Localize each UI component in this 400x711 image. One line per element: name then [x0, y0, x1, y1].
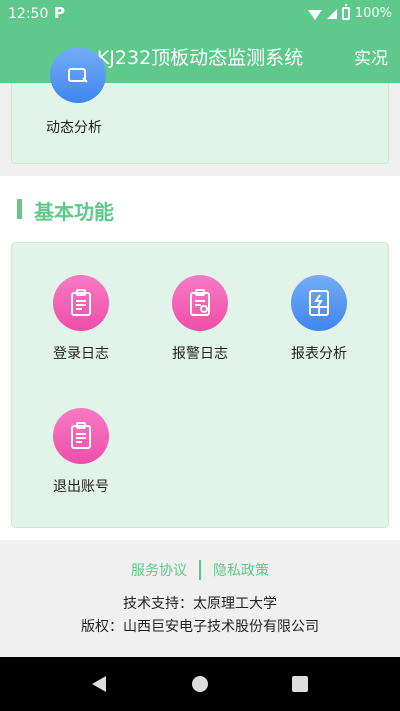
function-logout[interactable]: 退出账号: [21, 408, 141, 496]
chart-edit-icon[interactable]: [50, 47, 106, 103]
function-report-analysis[interactable]: 报表分析: [259, 275, 379, 363]
battery-icon: [341, 4, 350, 20]
system-nav-bar: [0, 657, 400, 711]
function-alarm-log[interactable]: 报警日志: [140, 275, 260, 363]
status-bar: 12:50 P 100%: [0, 0, 400, 28]
copyright-text: 版权：山西巨安电子技术股份有限公司: [81, 619, 319, 635]
function-label: 报警日志: [172, 346, 228, 362]
privacy-policy-link[interactable]: 隐私政策: [213, 560, 269, 580]
back-icon[interactable]: [92, 676, 106, 692]
status-right: 100%: [307, 4, 392, 21]
clipboard-exit-icon: [53, 408, 109, 464]
function-label: 报表分析: [291, 346, 347, 362]
recent-apps-icon[interactable]: [292, 676, 308, 692]
dynamic-analysis-label[interactable]: 动态分析: [46, 117, 102, 137]
battery-level: 100%: [354, 6, 392, 21]
analysis-card: 动态分析: [11, 47, 389, 164]
home-icon[interactable]: [192, 676, 208, 692]
signal-icon: [326, 8, 337, 19]
section-accent: [17, 199, 22, 219]
function-label: 退出账号: [53, 479, 109, 495]
clipboard-search-icon: [172, 275, 228, 331]
functions-card: 登录日志 报警日志 报表分析 退出账号: [11, 242, 389, 528]
clipboard-download-icon: [53, 275, 109, 331]
tech-support-text: 技术支持：太原理工大学: [123, 596, 277, 612]
service-agreement-link[interactable]: 服务协议: [131, 560, 187, 580]
footer-divider: [199, 560, 201, 580]
status-time: 12:50: [8, 6, 49, 22]
footer-links: 服务协议 隐私政策: [0, 560, 400, 580]
function-label: 登录日志: [53, 346, 109, 362]
notification-icon: P: [54, 4, 65, 22]
wifi-icon: [307, 9, 322, 20]
report-icon: [291, 275, 347, 331]
section-title: 基本功能: [34, 200, 114, 224]
function-login-log[interactable]: 登录日志: [21, 275, 141, 363]
live-button[interactable]: 实况: [354, 44, 388, 69]
